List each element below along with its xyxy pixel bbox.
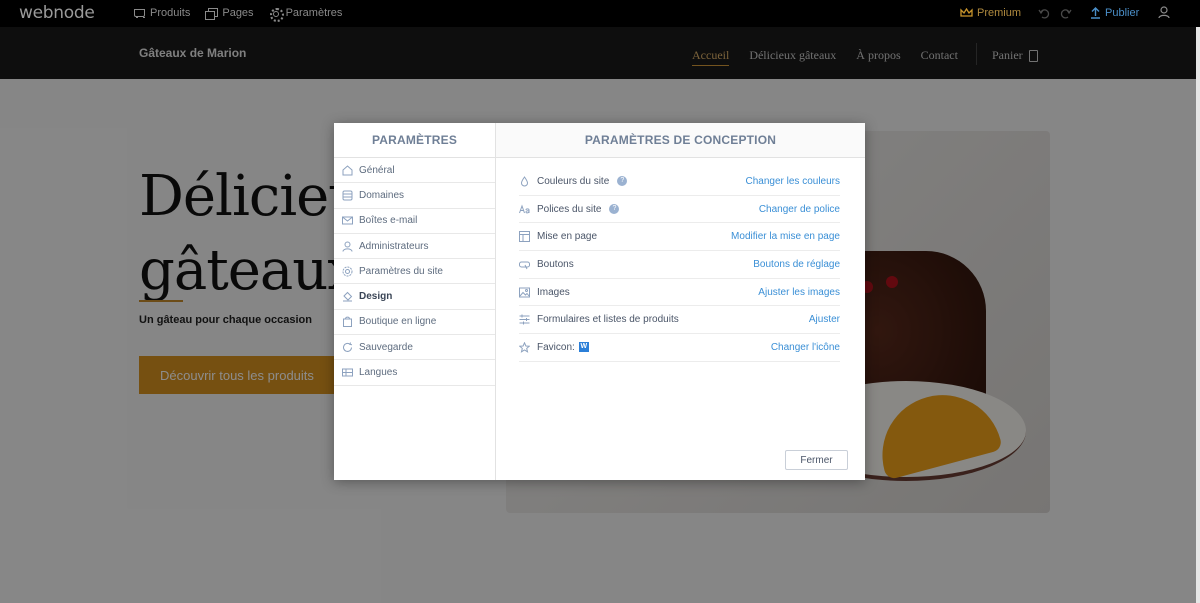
mail-icon [342, 216, 353, 225]
publish-button[interactable]: Publier [1090, 7, 1139, 19]
sidebar-item-administrators[interactable]: Administrateurs [334, 234, 495, 260]
webnode-logo[interactable]: webnode [19, 3, 95, 23]
modal-backdrop-header [0, 27, 1196, 79]
editor-nav-pages[interactable]: Pages [205, 7, 254, 20]
editor-nav-label: Pages [222, 7, 254, 19]
change-colors-link[interactable]: Changer les couleurs [746, 176, 841, 187]
setting-row-colors: Couleurs du site ? Changer les couleurs [519, 168, 840, 196]
setting-row-images: Images Ajuster les images [519, 279, 840, 307]
editor-nav: Produits Pages Paramètres [133, 7, 343, 22]
setting-row-layout: Mise en page Modifier la mise en page [519, 223, 840, 252]
pages-icon [205, 7, 219, 20]
change-icon-link[interactable]: Changer l'icône [771, 342, 840, 353]
user-icon[interactable] [1158, 6, 1170, 19]
help-icon[interactable]: ? [609, 204, 620, 215]
layout-icon [519, 231, 530, 243]
redo-icon [1060, 9, 1072, 19]
sidebar-item-label: Sauvegarde [359, 341, 413, 353]
button-settings-link[interactable]: Boutons de réglage [753, 259, 840, 270]
setting-row-fonts: Polices du site ? Changer de police [519, 196, 840, 224]
setting-label: Mise en page [537, 231, 598, 243]
sidebar-item-backup[interactable]: Sauvegarde [334, 335, 495, 361]
publish-label: Publier [1105, 7, 1140, 19]
change-font-link[interactable]: Changer de police [759, 204, 840, 215]
sidebar-item-design[interactable]: Design [334, 284, 495, 310]
sidebar-item-online-store[interactable]: Boutique en ligne [334, 310, 495, 336]
design-settings-panel: PARAMÈTRES DE CONCEPTION Couleurs du sit… [496, 123, 865, 480]
sidebar-item-label: Design [359, 291, 393, 303]
page-scrollbar[interactable] [1196, 27, 1200, 603]
sidebar-item-domains[interactable]: Domaines [334, 183, 495, 209]
image-icon [519, 287, 530, 298]
paint-bucket-icon [343, 291, 353, 302]
editor-nav-label: Paramètres [285, 7, 343, 19]
panel-title: PARAMÈTRES DE CONCEPTION [496, 123, 865, 158]
font-icon [519, 204, 530, 213]
sidebar-item-languages[interactable]: Langues [334, 360, 495, 386]
undo-icon [1038, 9, 1050, 19]
favicon-preview: W [578, 342, 589, 353]
sliders-icon [519, 314, 530, 325]
adjust-forms-link[interactable]: Ajuster [809, 314, 840, 325]
adjust-images-link[interactable]: Ajuster les images [758, 287, 840, 298]
sidebar-item-label: Boutique en ligne [359, 316, 437, 328]
sidebar-item-label: Boîtes e-mail [359, 215, 418, 227]
users-icon [342, 241, 353, 252]
setting-label: Couleurs du site [537, 175, 610, 187]
setting-label: Polices du site [537, 203, 602, 215]
sidebar-item-mailboxes[interactable]: Boîtes e-mail [334, 209, 495, 234]
setting-row-forms: Formulaires et listes de produits Ajuste… [519, 306, 840, 335]
button-icon [519, 261, 530, 270]
premium-label: Premium [977, 7, 1022, 19]
sidebar-item-site-settings[interactable]: Paramètres du site [334, 259, 495, 285]
design-settings-list: Couleurs du site ? Changer les couleurs … [496, 158, 865, 362]
editor-nav-settings[interactable]: Paramètres [269, 7, 343, 22]
sidebar-title: PARAMÈTRES [334, 123, 495, 158]
database-icon [342, 190, 353, 201]
setting-row-favicon: Favicon: W Changer l'icône [519, 334, 840, 362]
sidebar-item-label: Paramètres du site [359, 265, 443, 277]
setting-row-buttons: Boutons Boutons de réglage [519, 251, 840, 279]
editor-nav-products[interactable]: Produits [133, 7, 190, 19]
premium-button[interactable]: Premium [960, 7, 1021, 19]
sidebar-item-label: Domaines [359, 189, 405, 201]
setting-label: Images [537, 286, 570, 298]
crown-icon [960, 8, 973, 17]
gear-icon [269, 7, 284, 22]
redo-button[interactable] [1060, 7, 1072, 22]
editor-toolbar: webnode Produits Pages Paramètres Premiu… [0, 0, 1200, 27]
droplet-icon [520, 175, 529, 187]
editor-nav-label: Produits [150, 7, 191, 19]
settings-modal: PARAMÈTRES Général Domaines Boîtes e-mai… [334, 123, 865, 480]
sidebar-item-label: Général [359, 164, 395, 176]
upload-icon [1091, 7, 1100, 19]
edit-layout-link[interactable]: Modifier la mise en page [731, 231, 840, 242]
backup-icon [343, 342, 353, 352]
setting-label: Formulaires et listes de produits [537, 314, 679, 326]
cart-icon [133, 7, 145, 19]
gear-icon [342, 266, 353, 277]
close-button[interactable]: Fermer [785, 450, 848, 470]
help-icon[interactable]: ? [617, 176, 628, 187]
sidebar-item-label: Administrateurs [359, 240, 429, 252]
settings-sidebar: PARAMÈTRES Général Domaines Boîtes e-mai… [334, 123, 496, 480]
shopping-bag-icon [343, 317, 352, 328]
home-icon [342, 164, 353, 176]
flag-icon [342, 368, 353, 377]
setting-label: Boutons [537, 258, 574, 270]
setting-label: Favicon: [537, 341, 575, 353]
star-icon [519, 341, 530, 353]
undo-button[interactable] [1038, 7, 1050, 22]
sidebar-item-general[interactable]: Général [334, 158, 495, 184]
sidebar-item-label: Langues [359, 367, 398, 379]
